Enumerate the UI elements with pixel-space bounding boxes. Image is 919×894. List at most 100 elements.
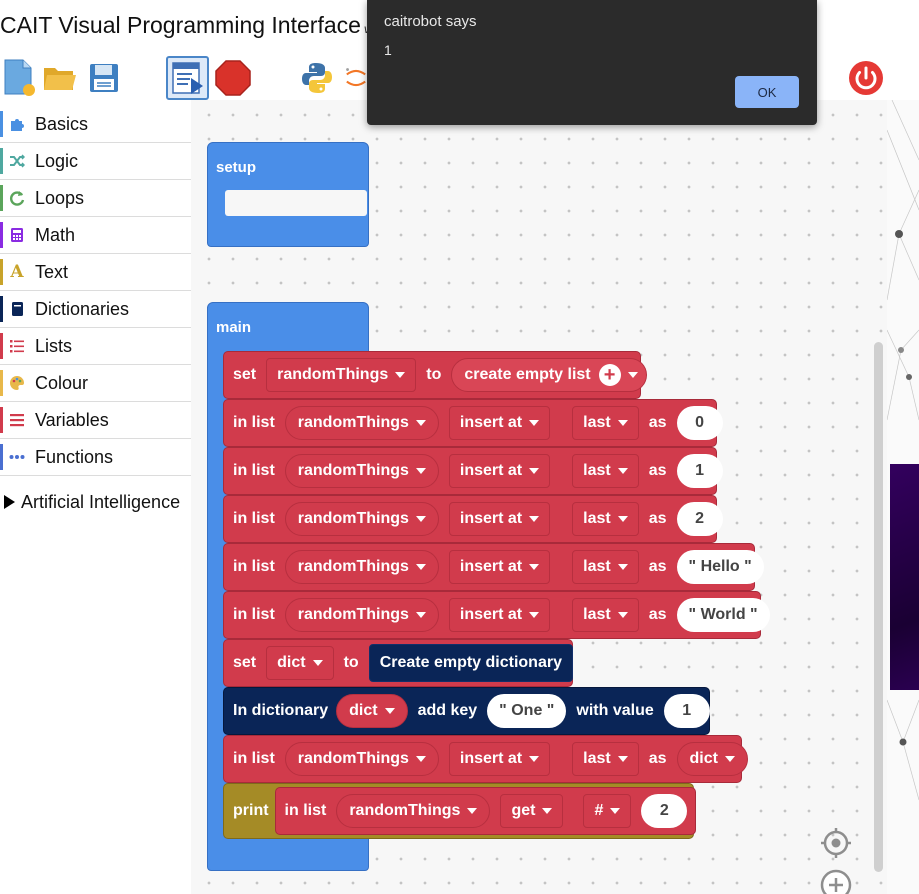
category-color-bar	[0, 148, 3, 174]
category-color-bar	[0, 444, 3, 470]
run-button[interactable]	[166, 56, 209, 100]
list-variable-dropdown[interactable]: randomThings	[284, 598, 439, 632]
as-keyword: as	[648, 750, 667, 767]
list-variable-dropdown[interactable]: randomThings	[284, 742, 439, 776]
list-get-block[interactable]: in list randomThings get # 2	[274, 787, 697, 835]
python-button[interactable]	[298, 56, 336, 100]
index-mode-dropdown[interactable]: #	[583, 794, 632, 828]
close-quote: "	[744, 558, 752, 575]
close-quote: "	[546, 702, 555, 719]
calculator-icon	[9, 227, 25, 243]
category-variables[interactable]: Variables	[0, 402, 191, 439]
plus-icon[interactable]: +	[598, 364, 621, 386]
open-folder-icon	[44, 68, 76, 90]
create-empty-list-block[interactable]: create empty list +	[451, 358, 647, 392]
alert-message: 1	[384, 42, 392, 58]
number-value[interactable]: 0	[676, 406, 723, 440]
position-dropdown[interactable]: last	[572, 406, 639, 440]
variable-dropdown[interactable]: dict	[266, 646, 334, 680]
number-value[interactable]: 1	[676, 454, 723, 488]
position-dropdown[interactable]: last	[572, 454, 639, 488]
category-color-bar	[0, 185, 3, 211]
jupyter-button[interactable]	[344, 56, 368, 100]
in-list-keyword: in list	[233, 558, 275, 575]
string-value[interactable]: " World "	[676, 598, 770, 632]
print-keyword: print	[233, 802, 269, 819]
power-button[interactable]	[848, 60, 884, 101]
position-dropdown[interactable]: last	[572, 550, 639, 584]
number-value[interactable]: 1	[663, 694, 710, 728]
list-insert-dict-block[interactable]: in list randomThings insert at last as d…	[223, 735, 748, 783]
dictionary-variable-dropdown[interactable]: dict	[336, 694, 408, 728]
ok-button[interactable]: OK	[735, 76, 799, 108]
print-block[interactable]: print in list randomThings get # 2	[223, 783, 697, 839]
to-keyword: to	[426, 366, 442, 383]
list-insert-block-2[interactable]: in list randomThings insert at last as 2	[223, 495, 723, 543]
set-variable-block[interactable]: set randomThings to create empty list +	[223, 351, 647, 399]
category-artificial-intelligence[interactable]: Artificial Intelligence	[0, 476, 191, 528]
insert-mode-dropdown[interactable]: insert at	[448, 502, 551, 536]
save-button[interactable]	[86, 56, 122, 100]
category-label: Dictionaries	[35, 298, 130, 319]
insert-mode-dropdown[interactable]: insert at	[448, 550, 551, 584]
create-empty-dictionary-block[interactable]: Create empty dictionary	[368, 644, 573, 682]
target-icon	[821, 828, 851, 858]
position-dropdown[interactable]: last	[572, 742, 639, 776]
shuffle-icon	[9, 153, 25, 169]
insert-mode-dropdown[interactable]: insert at	[448, 598, 551, 632]
to-keyword: to	[343, 654, 359, 671]
dictionary-add-key-block[interactable]: In dictionary dict add key " One " with …	[223, 687, 710, 735]
category-loops[interactable]: Loops	[0, 180, 191, 217]
list-insert-block-0[interactable]: in list randomThings insert at last as 0	[223, 399, 723, 447]
category-label: Variables	[35, 409, 109, 430]
list-insert-block-4[interactable]: in list randomThings insert at last as "…	[223, 591, 770, 639]
set-keyword: set	[233, 654, 257, 671]
category-basics[interactable]: Basics	[0, 106, 191, 143]
number-value[interactable]: 2	[676, 502, 723, 536]
category-math[interactable]: Math	[0, 217, 191, 254]
list-variable-dropdown[interactable]: randomThings	[284, 502, 439, 536]
category-sidebar: Basics Logic Loops Math A Text Dictionar…	[0, 106, 191, 528]
category-logic[interactable]: Logic	[0, 143, 191, 180]
list-variable-dropdown[interactable]: randomThings	[336, 794, 491, 828]
key-string-value[interactable]: " One "	[487, 694, 567, 728]
category-colour[interactable]: Colour	[0, 365, 191, 402]
list-insert-block-1[interactable]: in list randomThings insert at last as 1	[223, 447, 723, 495]
list-insert-block-3[interactable]: in list randomThings insert at last as "…	[223, 543, 764, 591]
list-variable-dropdown[interactable]: randomThings	[284, 454, 439, 488]
category-functions[interactable]: Functions	[0, 439, 191, 476]
main-label: main	[216, 319, 252, 336]
open-folder-button[interactable]	[42, 56, 78, 100]
workspace-vertical-scrollbar[interactable]	[874, 342, 883, 872]
category-color-bar	[0, 259, 3, 285]
in-list-keyword: in list	[233, 462, 275, 479]
list-variable-dropdown[interactable]: randomThings	[284, 550, 439, 584]
category-text[interactable]: A Text	[0, 254, 191, 291]
category-dictionaries[interactable]: Dictionaries	[0, 291, 191, 328]
position-dropdown[interactable]: last	[572, 598, 639, 632]
stop-button[interactable]	[214, 56, 252, 100]
as-keyword: as	[648, 414, 667, 431]
zoom-in-icon	[820, 869, 852, 894]
recenter-button[interactable]	[820, 827, 852, 864]
string-text: One	[511, 702, 543, 719]
jupyter-icon	[346, 68, 366, 87]
new-file-button[interactable]	[0, 56, 38, 100]
insert-mode-dropdown[interactable]: insert at	[448, 406, 551, 440]
insert-mode-dropdown[interactable]: insert at	[448, 742, 551, 776]
category-color-bar	[0, 296, 3, 322]
dict-variable-dropdown[interactable]: dict	[676, 742, 748, 776]
insert-mode-dropdown[interactable]: insert at	[448, 454, 551, 488]
python-icon	[302, 63, 332, 93]
in-list-keyword: in list	[233, 750, 275, 767]
position-dropdown[interactable]: last	[572, 502, 639, 536]
zoom-in-button[interactable]	[819, 868, 853, 894]
get-mode-dropdown[interactable]: get	[500, 794, 564, 828]
set-dict-block[interactable]: set dict to Create empty dictionary	[223, 639, 573, 687]
list-variable-dropdown[interactable]: randomThings	[284, 406, 439, 440]
variable-dropdown[interactable]: randomThings	[266, 358, 417, 392]
index-value[interactable]: 2	[641, 794, 688, 828]
string-value[interactable]: " Hello "	[676, 550, 764, 584]
power-icon	[849, 61, 883, 95]
category-lists[interactable]: Lists	[0, 328, 191, 365]
